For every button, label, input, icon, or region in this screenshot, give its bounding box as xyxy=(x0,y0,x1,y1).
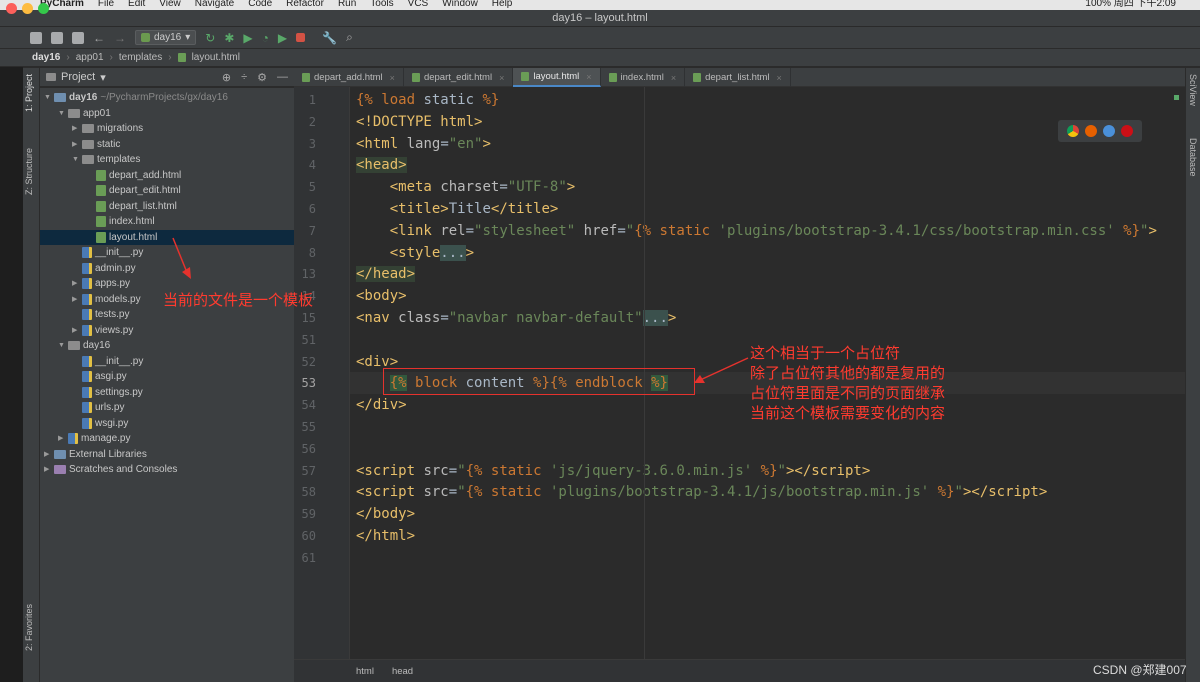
annotation-arrow xyxy=(697,357,749,382)
watermark: CSDN @郑建007 xyxy=(1093,663,1187,677)
annotation-arrowhead xyxy=(182,267,191,279)
annotation-arrow xyxy=(172,237,187,271)
annotation-placeholder-note: 这个相当于一个占位符 除了占位符其他的都是复用的 占位符里面是不同的页面继承 当… xyxy=(750,344,946,422)
annotation-arrows xyxy=(172,237,749,383)
annotation-template-note: 当前的文件是一个模板 xyxy=(163,291,314,309)
